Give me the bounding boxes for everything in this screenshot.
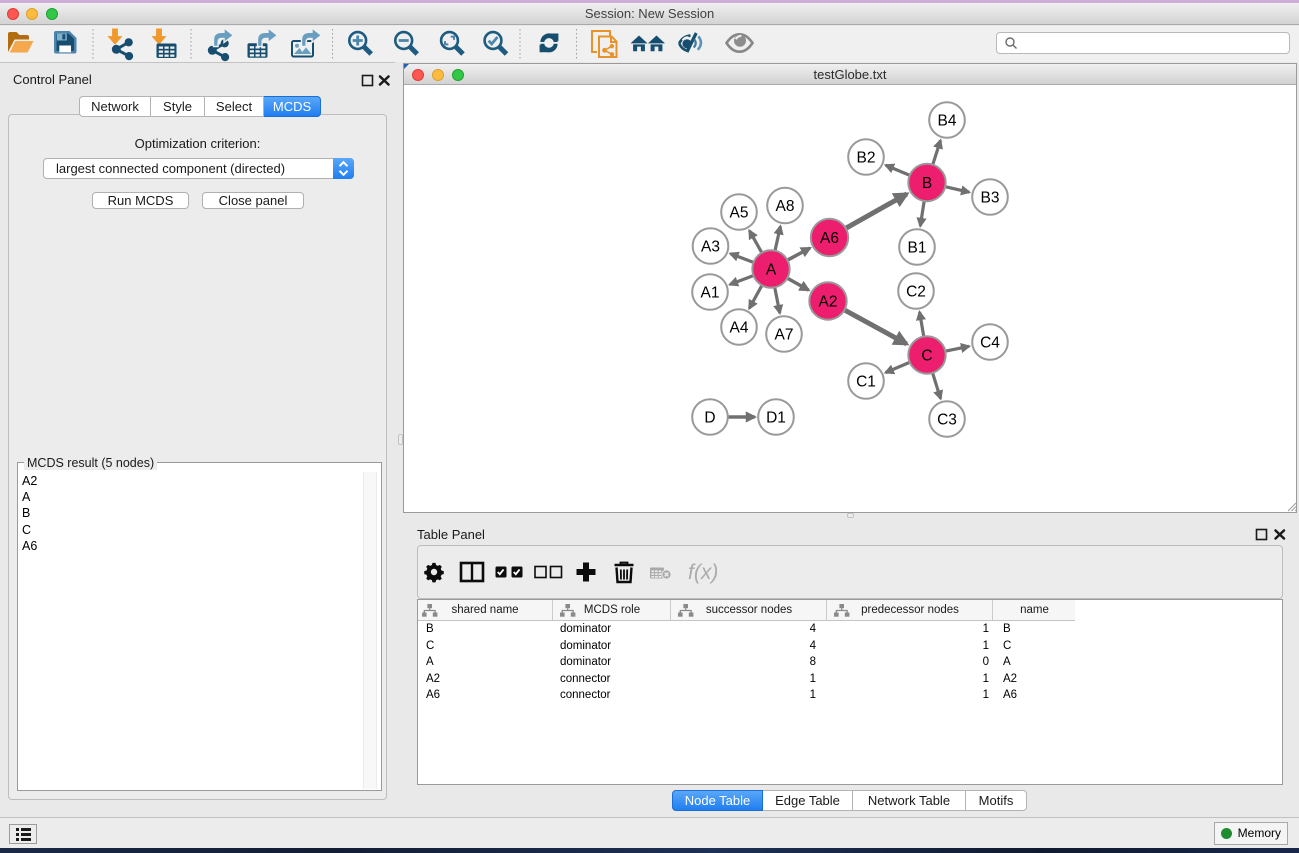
svg-text:C2: C2 bbox=[906, 284, 926, 301]
svg-text:C3: C3 bbox=[937, 412, 957, 429]
svg-text:A3: A3 bbox=[701, 239, 720, 256]
svg-text:f(x): f(x) bbox=[688, 561, 717, 584]
svg-text:C4: C4 bbox=[980, 335, 1000, 352]
svg-text:A: A bbox=[766, 262, 777, 279]
svg-text:D1: D1 bbox=[766, 410, 786, 427]
svg-text:A2: A2 bbox=[819, 294, 838, 311]
svg-text:A4: A4 bbox=[730, 320, 749, 337]
svg-text:A5: A5 bbox=[730, 205, 749, 222]
svg-text:D: D bbox=[704, 410, 715, 427]
svg-text:A1: A1 bbox=[701, 285, 720, 302]
svg-text:C: C bbox=[921, 348, 932, 365]
svg-text:A7: A7 bbox=[775, 327, 794, 344]
svg-text:B3: B3 bbox=[981, 190, 1000, 207]
svg-text:A8: A8 bbox=[776, 198, 795, 215]
svg-text:A6: A6 bbox=[820, 230, 839, 247]
svg-text:C1: C1 bbox=[856, 374, 876, 391]
svg-text:B1: B1 bbox=[908, 240, 927, 257]
svg-text:B2: B2 bbox=[857, 150, 876, 167]
svg-text:B4: B4 bbox=[938, 113, 957, 130]
svg-text:B: B bbox=[922, 175, 932, 192]
